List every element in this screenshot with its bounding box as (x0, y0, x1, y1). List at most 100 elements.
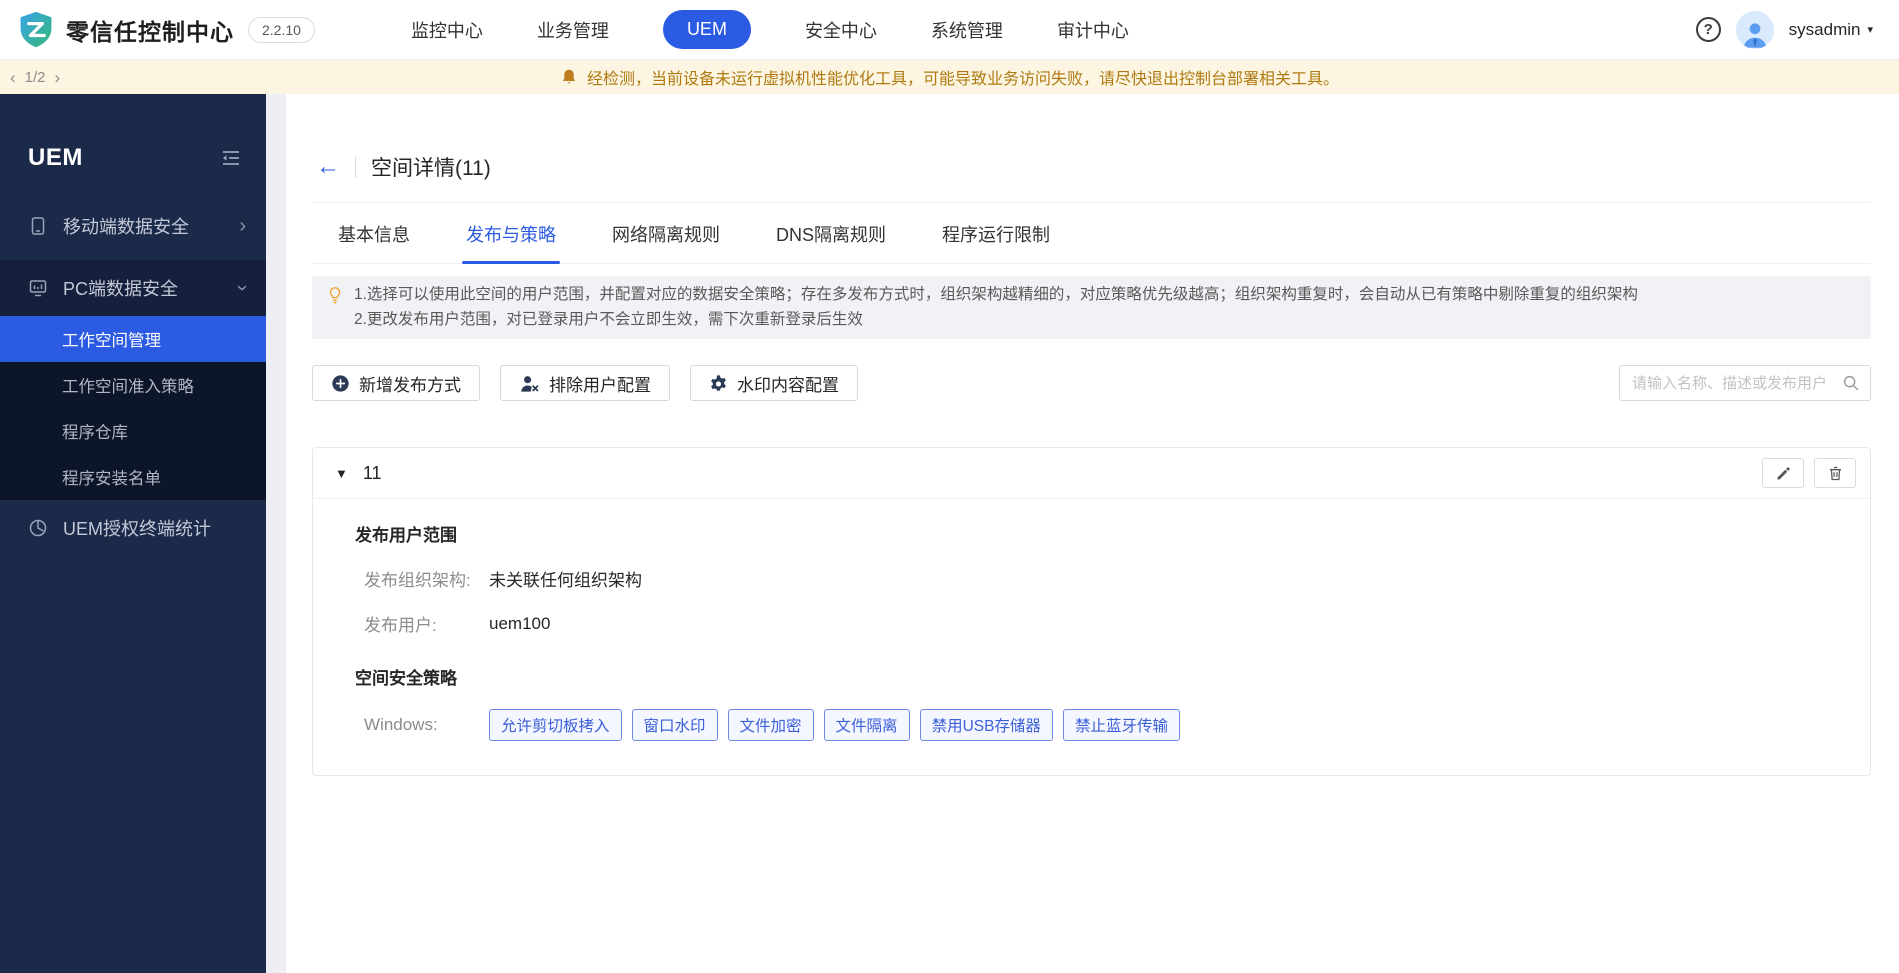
policy-tag: 允许剪切板拷入 (489, 709, 622, 741)
notice-text: 1.选择可以使用此空间的用户范围，并配置对应的数据安全策略；存在多发布方式时，组… (354, 282, 1638, 332)
detail-header: ← 空间详情(11) (312, 94, 1871, 203)
space-card-body: 发布用户范围 发布组织架构: 未关联任何组织架构 发布用户: uem100 空间… (313, 499, 1870, 775)
sidebar-header: UEM (0, 94, 266, 178)
search-box (1619, 365, 1871, 401)
notice-box: 1.选择可以使用此空间的用户范围，并配置对应的数据安全策略；存在多发布方式时，组… (312, 276, 1871, 339)
sidebar-item-pc-data-security[interactable]: PC端数据安全 › (0, 260, 266, 316)
chevron-down-icon: › (231, 284, 254, 292)
main-area: ← 空间详情(11) 基本信息 发布与策略 网络隔离规则 DNS隔离规则 程序运… (266, 94, 1899, 973)
button-label: 水印内容配置 (737, 375, 839, 395)
toolbar: 新增发布方式 排除用户配置 水印内容配置 (312, 365, 1871, 401)
top-bar-right: ? sysadmin ▾ (1695, 10, 1873, 49)
app-title: 零信任控制中心 (66, 18, 234, 45)
brand-shield-logo-icon (16, 10, 56, 50)
trash-icon (1829, 466, 1841, 480)
sidebar-item-program-install-list[interactable]: 程序安装名单 (0, 454, 266, 500)
avatar[interactable] (1735, 10, 1774, 49)
page-title: 空间详情(11) (371, 157, 491, 180)
banner-pager: ‹ 1/2 › (10, 69, 60, 86)
top-bar: 零信任控制中心 2.2.10 监控中心 业务管理 UEM 安全中心 系统管理 审… (0, 0, 1899, 60)
org-structure-value: 未关联任何组织架构 (489, 571, 642, 590)
nav-item-monitor-center[interactable]: 监控中心 (411, 17, 483, 43)
sidebar-item-program-repository[interactable]: 程序仓库 (0, 408, 266, 454)
sidebar-item-workspace-management[interactable]: 工作空间管理 (0, 316, 266, 362)
add-publish-method-button[interactable]: 新增发布方式 (312, 365, 480, 401)
search-input[interactable] (1632, 374, 1842, 392)
nav-item-security-center[interactable]: 安全中心 (805, 17, 877, 43)
sidebar-title: UEM (28, 144, 83, 171)
sidebar-item-uem-terminal-stats[interactable]: UEM授权终端统计 (0, 504, 266, 552)
help-icon[interactable]: ? (1695, 17, 1721, 42)
space-name: 11 (362, 462, 382, 483)
publish-user-value: uem100 (489, 613, 551, 633)
policy-tag: 禁止蓝牙传输 (1062, 709, 1180, 741)
tab-dns-isolation-rules[interactable]: DNS隔离规则 (772, 203, 890, 263)
exclude-user-config-button[interactable]: 排除用户配置 (500, 365, 670, 401)
user-menu[interactable]: sysadmin ▾ (1789, 20, 1873, 40)
policy-tag: 窗口水印 (631, 709, 718, 741)
nav-item-audit-center[interactable]: 审计中心 (1057, 17, 1129, 43)
search-icon[interactable] (1842, 374, 1860, 392)
pager-prev-icon[interactable]: ‹ (10, 69, 16, 86)
button-label: 新增发布方式 (359, 375, 461, 395)
title-divider (355, 156, 356, 178)
delete-button[interactable] (1814, 458, 1856, 488)
publish-user-row: 发布用户: uem100 (355, 611, 1844, 636)
plus-circle-icon (332, 374, 349, 392)
nav-item-business-management[interactable]: 业务管理 (537, 17, 609, 43)
sidebar-item-label: 移动端数据安全 (63, 217, 189, 237)
space-card: ▼ 11 发布用户范围 发布组织架构: 未关联任何组织架构 发布用户: uem1… (312, 447, 1871, 776)
sidebar-item-label: UEM授权终端统计 (63, 519, 211, 539)
mobile-device-icon (31, 217, 45, 235)
back-arrow-icon[interactable]: ← (316, 155, 340, 179)
collapse-caret-icon[interactable]: ▼ (335, 466, 348, 481)
sidebar-item-mobile-data-security[interactable]: 移动端数据安全 › (0, 200, 266, 252)
watermark-content-config-button[interactable]: 水印内容配置 (690, 365, 858, 401)
tab-program-run-restriction[interactable]: 程序运行限制 (938, 203, 1054, 263)
policy-tag: 文件隔离 (823, 709, 910, 741)
pencil-icon (1777, 466, 1790, 479)
detail-tabs: 基本信息 发布与策略 网络隔离规则 DNS隔离规则 程序运行限制 (312, 203, 1871, 264)
user-silhouette-icon (1743, 22, 1767, 48)
org-structure-row: 发布组织架构: 未关联任何组织架构 (355, 566, 1844, 591)
org-structure-label: 发布组织架构: (364, 571, 471, 590)
chevron-down-icon: ▾ (1867, 24, 1873, 36)
windows-policy-row: Windows: 允许剪切板拷入 窗口水印 文件加密 文件隔离 禁用USB存储器… (355, 709, 1844, 741)
sidebar-item-label: PC端数据安全 (63, 279, 179, 299)
chevron-right-icon: › (239, 215, 246, 237)
sidebar-submenu-pc: 工作空间管理 工作空间准入策略 程序仓库 程序安装名单 (0, 316, 266, 500)
button-label: 排除用户配置 (549, 375, 651, 395)
policy-tag: 文件加密 (727, 709, 814, 741)
policy-tag-list: 允许剪切板拷入 窗口水印 文件加密 文件隔离 禁用USB存储器 禁止蓝牙传输 (489, 709, 1180, 741)
space-card-actions (1762, 458, 1856, 488)
lightbulb-icon (326, 285, 344, 332)
windows-label: Windows: (364, 715, 438, 734)
tab-network-isolation-rules[interactable]: 网络隔离规则 (608, 203, 724, 263)
content-panel: ← 空间详情(11) 基本信息 发布与策略 网络隔离规则 DNS隔离规则 程序运… (286, 94, 1899, 973)
tab-publish-and-policy[interactable]: 发布与策略 (462, 203, 560, 264)
publish-scope-title: 发布用户范围 (355, 526, 457, 545)
nav-item-uem[interactable]: UEM (662, 10, 751, 49)
sidebar-item-workspace-admission-policy[interactable]: 工作空间准入策略 (0, 362, 266, 408)
pager-count: 1/2 (24, 68, 46, 86)
nav-item-system-management[interactable]: 系统管理 (931, 17, 1003, 43)
banner-message-wrap: 经检测，当前设备未运行虚拟机性能优化工具，可能导致业务访问失败，请尽快退出控制台… (560, 65, 1339, 89)
publish-user-label: 发布用户: (364, 616, 437, 635)
tab-basic-info[interactable]: 基本信息 (334, 203, 414, 263)
policy-tag: 禁用USB存储器 (919, 709, 1053, 741)
pager-next-icon[interactable]: › (55, 69, 61, 86)
user-remove-icon (521, 375, 539, 392)
edit-button[interactable] (1762, 458, 1804, 488)
pc-monitor-icon (29, 280, 47, 297)
sidebar: UEM 移动端数据安全 › PC端数据安全 › 工作空间管理 工作空间准入策略 … (0, 94, 266, 973)
banner-message: 经检测，当前设备未运行虚拟机性能优化工具，可能导致业务访问失败，请尽快退出控制台… (586, 71, 1339, 88)
notice-line-1: 1.选择可以使用此空间的用户范围，并配置对应的数据安全策略；存在多发布方式时，组… (354, 286, 1638, 303)
terminal-stats-icon (29, 519, 47, 537)
warning-banner: ‹ 1/2 › 经检测，当前设备未运行虚拟机性能优化工具，可能导致业务访问失败，… (0, 60, 1899, 94)
sidebar-collapse-icon[interactable] (220, 149, 242, 167)
security-policy-title: 空间安全策略 (355, 669, 457, 688)
space-card-header: ▼ 11 (313, 448, 1870, 498)
top-nav: 监控中心 业务管理 UEM 安全中心 系统管理 审计中心 (411, 10, 1129, 49)
version-badge: 2.2.10 (248, 16, 315, 43)
gear-icon (711, 374, 726, 391)
